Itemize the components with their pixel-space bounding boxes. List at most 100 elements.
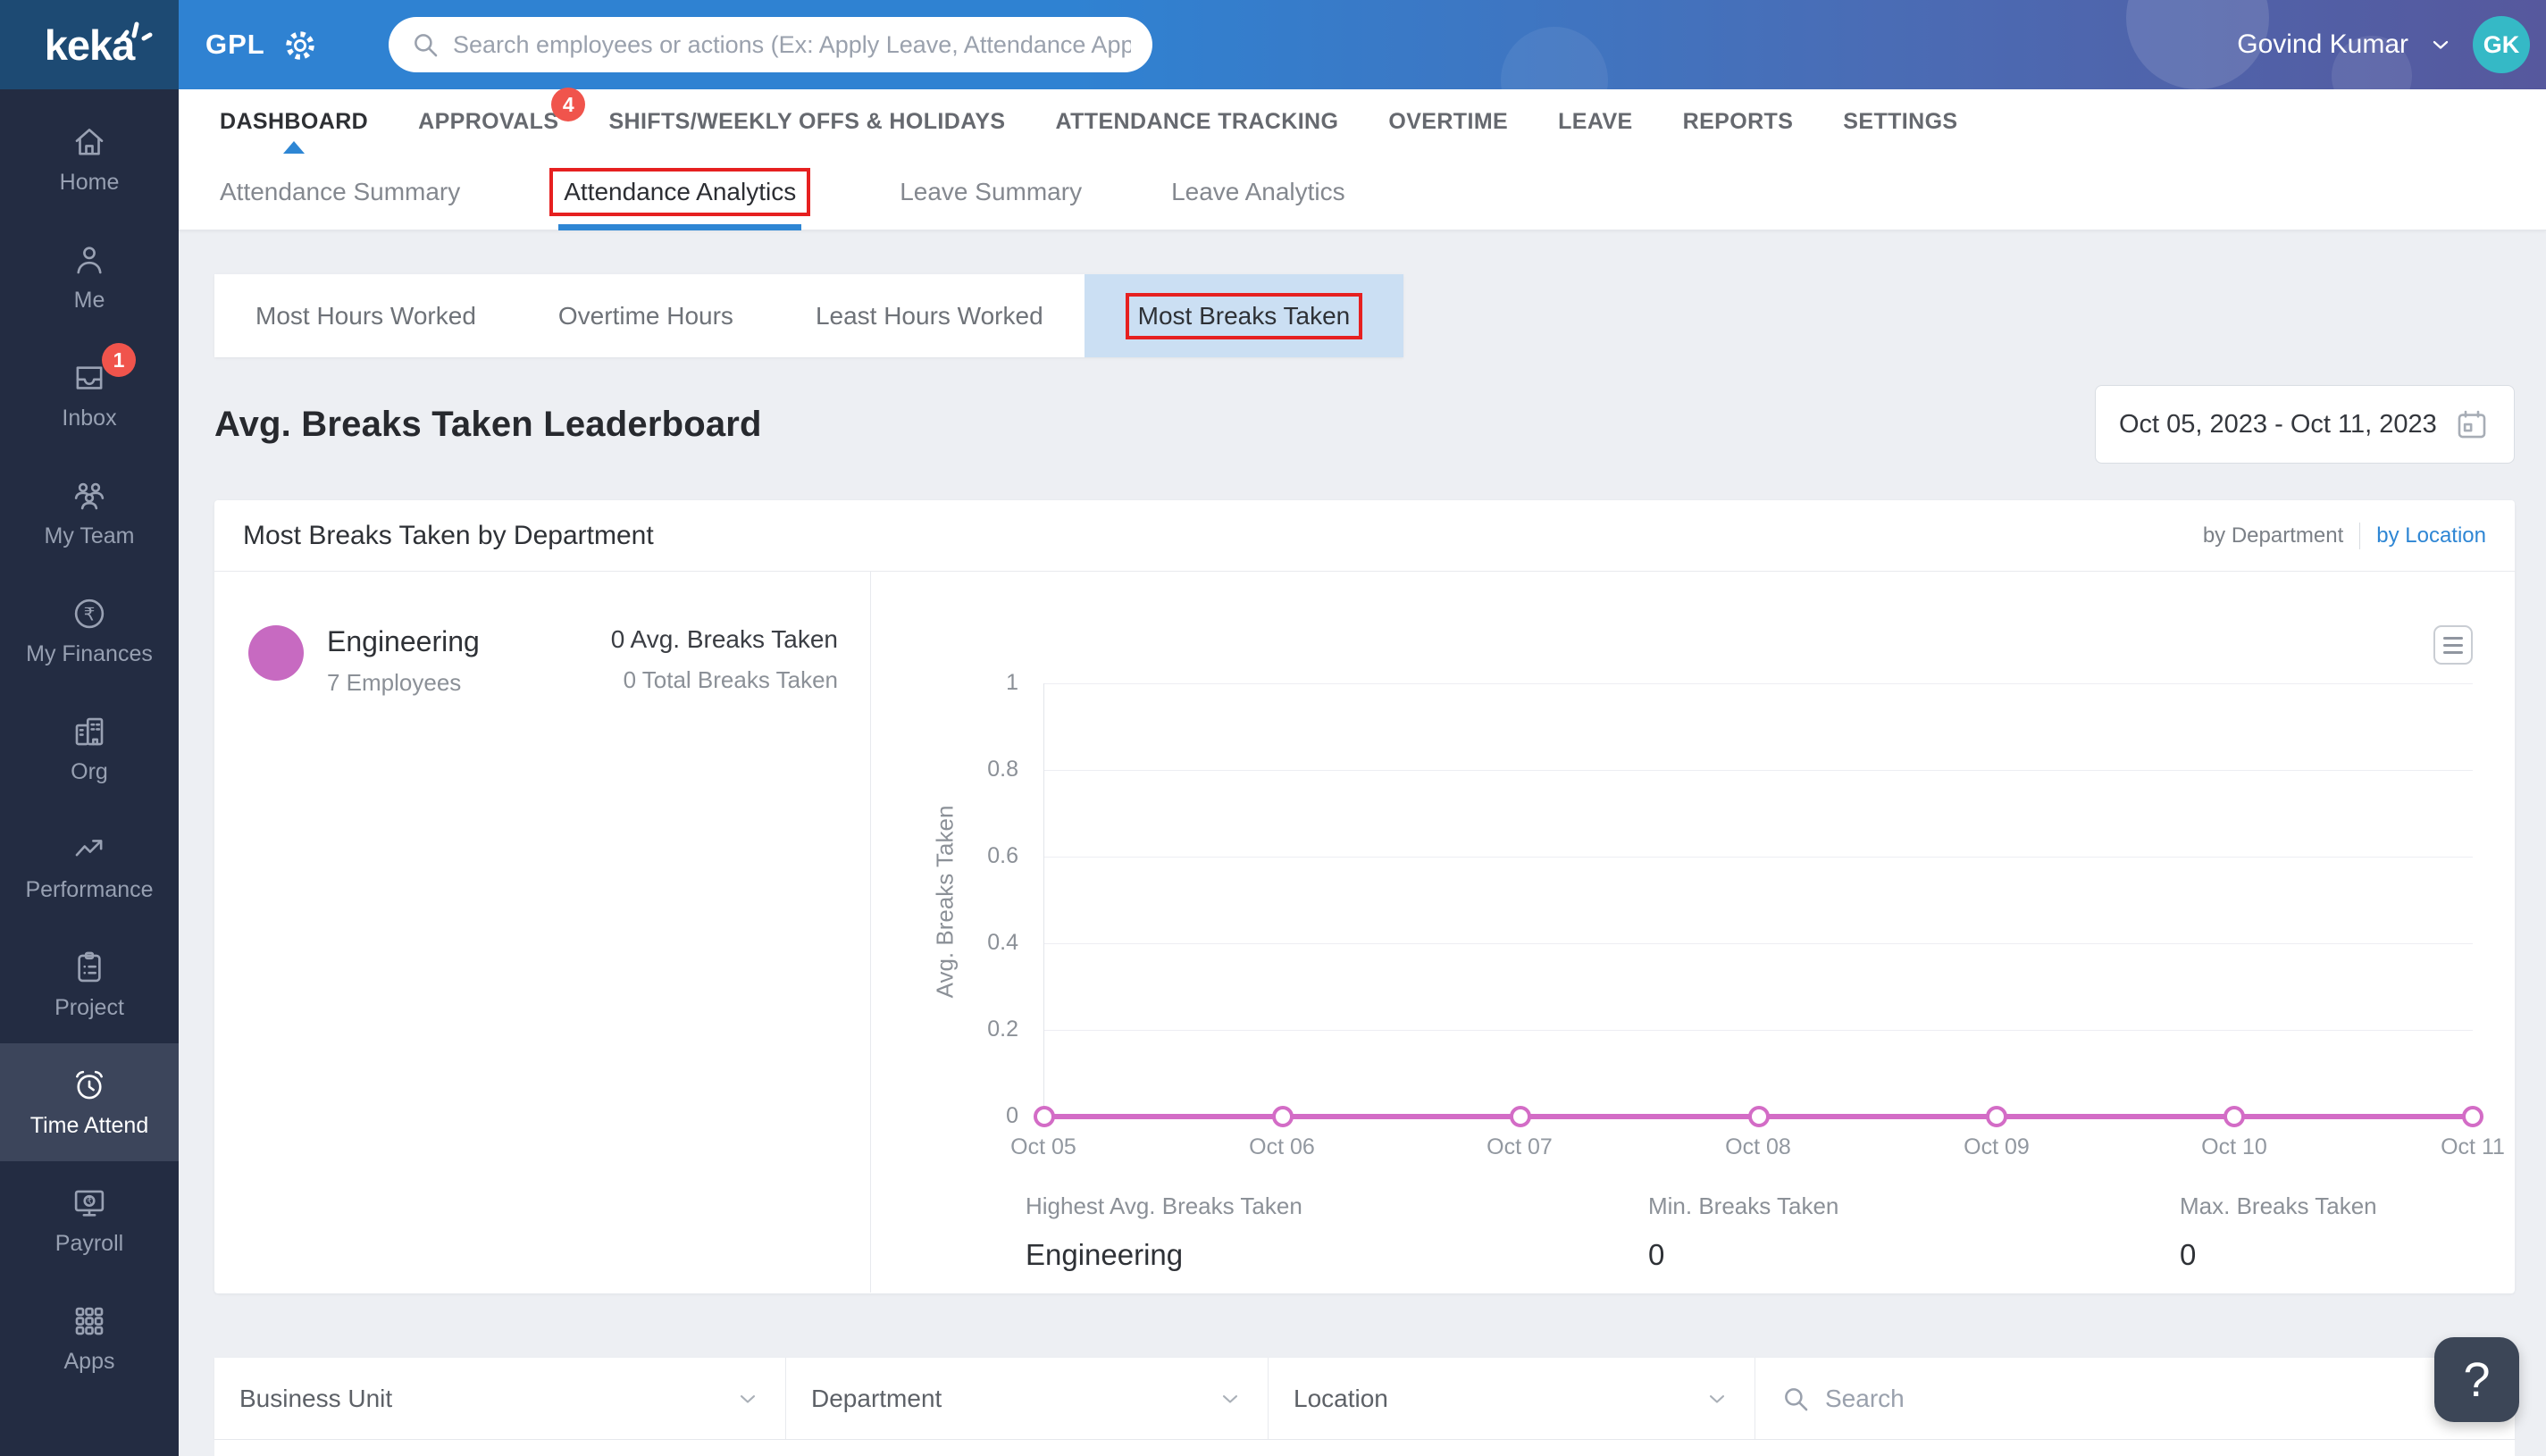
y-tick: 0.2: [987, 1017, 1018, 1042]
approvals-badge: 4: [551, 88, 586, 121]
subnav-label: Leave Summary: [900, 177, 1083, 205]
sidebar-item-my-team[interactable]: My Team: [0, 454, 179, 572]
rupee-coin-icon: ₹: [74, 598, 105, 628]
total-breaks-value: 0 Total Breaks Taken: [623, 666, 838, 693]
business-unit-dropdown[interactable]: Business Unit: [214, 1358, 786, 1439]
module-nav: DASHBOARD APPROVALS 4 SHIFTS/WEEKLY OFFS…: [179, 88, 2546, 154]
plot-area: [1034, 683, 2483, 1127]
view-toggle: by Department by Location: [2203, 522, 2486, 549]
nav-tab-reports[interactable]: REPORTS: [1683, 89, 1794, 154]
annotation-box: Attendance Analytics: [549, 167, 811, 216]
data-point[interactable]: [1271, 1106, 1294, 1127]
x-tick: Oct 09: [1964, 1134, 2030, 1159]
payroll-monitor-icon: ₹: [74, 1190, 105, 1217]
subnav-label: Leave Analytics: [1171, 177, 1345, 205]
list-item-engineering[interactable]: Engineering 7 Employees 0 Avg. Breaks Ta…: [248, 625, 838, 697]
sidebar-item-label: Apps: [63, 1348, 115, 1374]
nav-tab-overtime[interactable]: OVERTIME: [1388, 89, 1508, 154]
team-icon: [74, 482, 105, 509]
employee-count: 7 Employees: [327, 669, 462, 696]
subnav-label: Attendance Analytics: [564, 177, 797, 205]
global-search-input[interactable]: [453, 30, 1131, 59]
brand-logo[interactable]: keka: [0, 0, 179, 89]
sidebar-item-time-attend[interactable]: Time Attend: [0, 1043, 179, 1161]
y-tick: 0.8: [987, 757, 1018, 782]
sidebar-item-label: My Team: [44, 523, 135, 548]
home-icon: [75, 128, 104, 155]
sidebar-item-payroll[interactable]: ₹ Payroll: [0, 1161, 179, 1279]
svg-text:₹: ₹: [87, 1196, 92, 1206]
tab-most-breaks-taken[interactable]: Most Breaks Taken: [1084, 274, 1404, 357]
settings-gear-icon[interactable]: [281, 26, 320, 65]
data-point[interactable]: [2462, 1106, 2483, 1127]
subnav-leave-summary[interactable]: Leave Summary: [900, 154, 1082, 230]
divider: [2359, 522, 2361, 549]
nav-tab-settings[interactable]: SETTINGS: [1843, 89, 1957, 154]
nav-tab-attendance-tracking[interactable]: ATTENDANCE TRACKING: [1056, 89, 1339, 154]
table-search-input[interactable]: [1825, 1384, 2490, 1413]
nav-tab-label: SETTINGS: [1843, 108, 1958, 134]
dropdown-label: Location: [1294, 1384, 1388, 1412]
help-button[interactable]: ?: [2434, 1337, 2519, 1422]
logo-spark-icon: [116, 13, 154, 45]
data-point[interactable]: [1986, 1106, 2007, 1127]
table-search[interactable]: [1755, 1358, 2515, 1439]
nav-tab-shifts[interactable]: SHIFTS/WEEKLY OFFS & HOLIDAYS: [608, 89, 1005, 154]
y-tick: 0.6: [987, 843, 1018, 868]
sidebar-item-inbox[interactable]: 1 Inbox: [0, 336, 179, 454]
tab-overtime-hours[interactable]: Overtime Hours: [517, 274, 775, 357]
sidebar-item-home[interactable]: Home: [0, 100, 179, 218]
table-area: [214, 1440, 2515, 1456]
subnav-leave-analytics[interactable]: Leave Analytics: [1171, 154, 1345, 230]
nav-tab-dashboard[interactable]: DASHBOARD: [220, 89, 368, 154]
subnav-attendance-analytics[interactable]: Attendance Analytics: [549, 154, 811, 230]
global-search[interactable]: [389, 17, 1152, 72]
topbar: GPL Govind Kumar GK keka: [0, 0, 2546, 134]
nav-tab-label: APPROVALS: [418, 108, 559, 134]
nav-tab-approvals[interactable]: APPROVALS 4: [418, 88, 586, 154]
sidebar-item-performance[interactable]: Performance: [0, 807, 179, 925]
sidebar-item-my-finances[interactable]: ₹ My Finances: [0, 572, 179, 690]
date-range-value: Oct 05, 2023 - Oct 11, 2023: [2119, 409, 2437, 439]
data-point[interactable]: [1747, 1106, 1770, 1127]
stat-label: Min. Breaks Taken: [1648, 1192, 1839, 1219]
stat-label: Max. Breaks Taken: [2180, 1192, 2377, 1219]
stat-value: Engineering: [1026, 1238, 1184, 1271]
view-by-location-link[interactable]: by Location: [2376, 523, 2486, 548]
sidebar-item-org[interactable]: Org: [0, 690, 179, 807]
view-by-department[interactable]: by Department: [2203, 523, 2343, 548]
series-color-dot: [248, 625, 304, 681]
nav-tab-leave[interactable]: LEAVE: [1558, 89, 1633, 154]
apps-grid-icon: [75, 1307, 104, 1335]
annotation-box: Most Breaks Taken: [1125, 292, 1363, 339]
card-body: Engineering 7 Employees 0 Avg. Breaks Ta…: [214, 572, 2515, 1293]
location-dropdown[interactable]: Location: [1269, 1358, 1755, 1439]
y-tick: 0: [1006, 1103, 1018, 1128]
alarm-clock-icon: [76, 1070, 103, 1099]
data-point[interactable]: [1034, 1106, 1055, 1127]
data-point[interactable]: [1509, 1106, 1531, 1127]
sidebar-item-label: Performance: [25, 876, 154, 902]
inbox-badge: 1: [102, 343, 136, 377]
y-tick: 0.4: [987, 930, 1018, 955]
sidebar-item-apps[interactable]: Apps: [0, 1279, 179, 1397]
department-list-panel: Engineering 7 Employees 0 Avg. Breaks Ta…: [214, 572, 871, 1293]
sidebar-item-label: Project: [54, 994, 124, 1020]
department-dropdown[interactable]: Department: [786, 1358, 1269, 1439]
date-range-picker[interactable]: Oct 05, 2023 - Oct 11, 2023: [2095, 385, 2515, 464]
user-menu[interactable]: Govind Kumar GK: [2237, 0, 2530, 89]
search-icon: [1785, 1387, 1808, 1410]
data-point[interactable]: [2224, 1106, 2246, 1127]
avatar[interactable]: GK: [2473, 16, 2530, 73]
sidebar-item-me[interactable]: Me: [0, 218, 179, 336]
sidebar-item-project[interactable]: Project: [0, 925, 179, 1043]
tab-most-hours-worked[interactable]: Most Hours Worked: [214, 274, 517, 357]
analytics-tabstrip: Most Hours Worked Overtime Hours Least H…: [214, 274, 1404, 357]
chevron-down-icon: [1222, 1394, 1238, 1403]
chart-menu-icon[interactable]: [2433, 625, 2473, 665]
dropdown-label: Department: [811, 1384, 942, 1412]
subnav-attendance-summary[interactable]: Attendance Summary: [220, 154, 460, 230]
tab-least-hours-worked[interactable]: Least Hours Worked: [775, 274, 1085, 357]
tab-label: Most Breaks Taken: [1137, 301, 1351, 330]
sidebar-item-label: Me: [73, 287, 105, 313]
